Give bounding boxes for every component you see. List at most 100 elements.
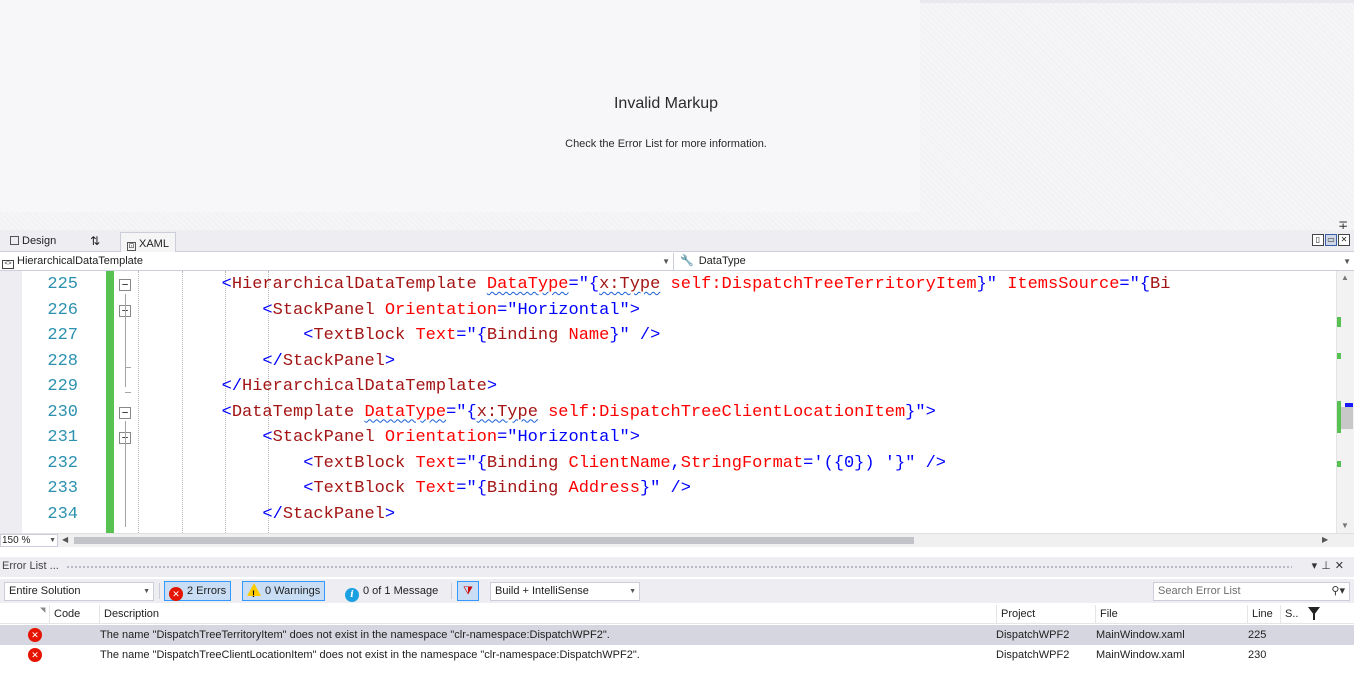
close-icon[interactable]: ✕: [1335, 560, 1348, 572]
code-token: HierarchicalDataTemplate: [231, 275, 477, 294]
code-token: {: [476, 479, 487, 498]
swap-panes-button[interactable]: ⇅: [84, 230, 106, 252]
line-number: 225: [47, 275, 78, 294]
code-token: Binding: [486, 479, 559, 498]
table-row[interactable]: ✕ The name "DispatchTreeClientLocationIt…: [0, 645, 1354, 665]
chevron-down-icon: ▼: [629, 588, 636, 595]
error-icon: ✕: [169, 587, 183, 601]
member-value: DataType: [698, 255, 746, 267]
code-token: HierarchicalDataTemplate: [242, 377, 487, 396]
code-token: Text: [415, 479, 457, 498]
code-token: Text: [415, 453, 457, 473]
column-header-suppression[interactable]: S..: [1280, 605, 1302, 624]
code-line[interactable]: <TextBlock Text="{Binding ClientName,Str…: [140, 451, 1336, 477]
build-intellisense-dropdown[interactable]: Build + IntelliSense ▼: [490, 582, 640, 601]
code-token: ItemsSource: [1007, 275, 1120, 294]
info-icon: i: [345, 588, 359, 602]
code-token: ">: [619, 300, 640, 320]
code-token: StringFormat: [680, 453, 804, 473]
scope-dropdown[interactable]: Entire Solution ▼: [4, 582, 154, 601]
column-header-project[interactable]: Project: [996, 605, 1095, 624]
code-line[interactable]: <TextBlock Text="{Binding Address}" />: [140, 476, 1336, 502]
code-token: Binding: [486, 326, 559, 345]
row-file: MainWindow.xaml: [1096, 629, 1185, 641]
column-header-code[interactable]: Code: [49, 605, 99, 624]
search-error-list-input[interactable]: Search Error List ⚲▾: [1153, 582, 1350, 601]
design-xaml-tabstrip: Design ⇅ ⊡ XAML ▯ ▭ ✕: [0, 230, 1354, 252]
overview-change-mark: [1337, 353, 1341, 359]
code-token: StackPanel: [282, 504, 385, 524]
code-line[interactable]: <StackPanel Orientation="Horizontal">: [140, 298, 1336, 324]
line-number: 230: [47, 402, 78, 422]
zoom-level-value: 150 %: [2, 535, 31, 546]
change-tracking-bar: [106, 271, 114, 533]
code-token: Binding: [486, 453, 559, 473]
error-list-titlebar[interactable]: Error List ... ▾⊥✕: [0, 557, 1354, 577]
column-header-line[interactable]: Line: [1247, 605, 1280, 624]
zoom-level-dropdown[interactable]: 150 % ▼: [0, 534, 58, 547]
column-filter-icon[interactable]: [1308, 607, 1320, 620]
messages-filter-button[interactable]: i 0 of 1 Message: [340, 581, 443, 602]
scroll-right-arrow-icon[interactable]: ▶: [1322, 535, 1328, 544]
code-token: }: [976, 275, 987, 294]
overview-scrollbar[interactable]: ▲ ▼: [1336, 271, 1354, 533]
code-line[interactable]: <StackPanel Orientation="Horizontal">: [140, 425, 1336, 451]
warnings-filter-button[interactable]: ! 0 Warnings: [242, 581, 326, 601]
indicator-margin: [0, 271, 22, 533]
horizontal-split-icon[interactable]: ▭: [1325, 234, 1337, 246]
element-scope-dropdown[interactable]: <> HierarchicalDataTemplate ▼: [0, 253, 674, 270]
code-token: Horizontal: [517, 428, 620, 447]
code-token: Bi: [1150, 275, 1171, 294]
scroll-thumb[interactable]: [1341, 407, 1353, 429]
invalid-markup-subtitle: Check the Error List for more informatio…: [565, 138, 767, 150]
code-token: ,: [670, 453, 681, 473]
error-list-toolbar: Entire Solution ▼ ✕ 2 Errors ! 0 Warnings …: [0, 579, 1354, 603]
tab-xaml[interactable]: ⊡ XAML: [120, 232, 176, 252]
split-layout-buttons: ▯ ▭ ✕: [1312, 234, 1350, 246]
code-token: =": [446, 402, 467, 422]
collapse-region-icon[interactable]: −: [119, 279, 131, 291]
code-line[interactable]: <DataTemplate DataType="{x:Type self:Dis…: [140, 400, 1336, 426]
code-line[interactable]: <TextBlock Text="{Binding Name}" />: [140, 323, 1336, 349]
scroll-up-arrow-icon[interactable]: ▲: [1341, 273, 1349, 282]
code-token: Name: [568, 326, 610, 345]
tab-design[interactable]: Design: [4, 230, 62, 252]
code-token: DataTemplate: [231, 402, 355, 422]
search-icon: ⚲▾: [1331, 585, 1345, 597]
errors-filter-button[interactable]: ✕ 2 Errors: [164, 581, 232, 601]
horizontal-scroll-thumb[interactable]: [74, 537, 914, 544]
member-dropdown[interactable]: 🔧 DataType ▼: [678, 253, 1352, 270]
pin-icon[interactable]: ⊥: [1321, 560, 1335, 572]
horizontal-scrollbar: 150 % ▼ ◀ ▶: [0, 533, 1354, 547]
scroll-down-arrow-icon[interactable]: ▼: [1341, 521, 1349, 530]
chevron-down-icon: ▼: [1343, 257, 1351, 266]
filter-toggle-button[interactable]: ⧩: [457, 581, 479, 601]
column-header-description[interactable]: Description: [99, 605, 996, 624]
window-position-icon[interactable]: ▾: [1312, 560, 1322, 572]
collapse-pane-icon[interactable]: ✕: [1338, 234, 1350, 246]
table-row[interactable]: ✕ The name "DispatchTreeTerritoryItem" d…: [0, 625, 1354, 645]
code-line[interactable]: <HierarchicalDataTemplate DataType="{x:T…: [140, 272, 1336, 298]
column-header-file[interactable]: File: [1095, 605, 1247, 624]
xaml-editor[interactable]: 225226227228229230231232233234 −−−− <Hie…: [0, 271, 1354, 533]
code-line[interactable]: </StackPanel>: [140, 502, 1336, 528]
vertical-split-icon[interactable]: ▯: [1312, 234, 1324, 246]
code-area[interactable]: <HierarchicalDataTemplate DataType="{x:T…: [140, 272, 1336, 530]
messages-count-label: 0 of 1 Message: [363, 585, 439, 597]
row-file: MainWindow.xaml: [1096, 649, 1185, 661]
row-description: The name "DispatchTreeTerritoryItem" doe…: [100, 629, 610, 641]
code-line[interactable]: </HierarchicalDataTemplate>: [140, 374, 1336, 400]
line-number: 229: [47, 377, 78, 396]
collapse-region-icon[interactable]: −: [119, 406, 131, 419]
code-token: TextBlock: [313, 326, 406, 345]
scroll-left-arrow-icon[interactable]: ◀: [62, 535, 68, 544]
code-token: <: [262, 300, 273, 320]
code-token: " />: [905, 453, 947, 473]
code-line[interactable]: </StackPanel>: [140, 349, 1336, 375]
outline-end-tick: [125, 366, 131, 368]
design-surface[interactable]: Invalid Markup Check the Error List for …: [0, 0, 1354, 232]
